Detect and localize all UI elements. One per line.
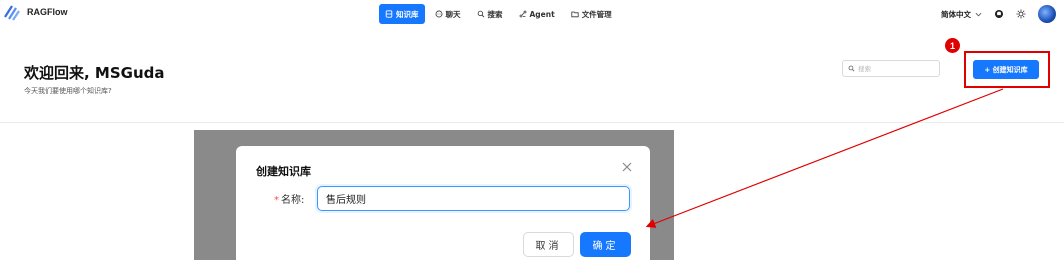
page-title: 欢迎回来, MSGuda: [24, 64, 165, 82]
ragflow-logo-icon: [4, 5, 20, 21]
tab-label: 知识库: [396, 9, 419, 19]
tab-label: 搜索: [487, 9, 503, 19]
top-bar: RAGFlow 知识库 聊天 搜索 Agent 文件管理 简体中文: [0, 0, 1064, 30]
language-label: 简体中文: [941, 9, 971, 19]
tab-agent[interactable]: Agent: [513, 4, 561, 24]
agent-icon: [519, 10, 526, 18]
github-link[interactable]: [994, 9, 1004, 19]
app-logo[interactable]: RAGFlow: [3, 3, 68, 21]
tab-file-management[interactable]: 文件管理: [565, 4, 618, 24]
dialog-title: 创建知识库: [256, 165, 311, 178]
header-tools: 简体中文: [941, 5, 1056, 23]
chevron-down-icon: [975, 12, 982, 16]
sun-icon: [1016, 9, 1026, 19]
search-icon: [848, 65, 855, 72]
name-field-label: * 名称:: [274, 191, 304, 206]
github-icon: [995, 10, 1003, 18]
folder-icon: [571, 11, 579, 18]
create-knowledge-base-dialog: 创建知识库 *名称: 取消 确定: [236, 146, 650, 260]
search-input[interactable]: [858, 64, 938, 73]
language-selector[interactable]: 简体中文: [941, 9, 982, 20]
page-subtitle: 今天我们要使用哪个知识库?: [24, 87, 112, 95]
tab-label: 聊天: [445, 9, 461, 19]
tab-knowledge-base[interactable]: 知识库: [379, 4, 425, 24]
tab-search[interactable]: 搜索: [471, 4, 509, 24]
name-field[interactable]: [317, 186, 630, 211]
welcome-section: 欢迎回来, MSGuda 今天我们要使用哪个知识库?: [24, 62, 165, 96]
step-badge: 1: [945, 38, 960, 53]
user-avatar[interactable]: [1038, 5, 1056, 23]
tab-label: Agent: [529, 9, 555, 19]
tab-label: 文件管理: [581, 9, 612, 19]
search-box[interactable]: [842, 60, 940, 77]
confirm-button[interactable]: 确定: [580, 232, 631, 257]
theme-toggle[interactable]: [1016, 9, 1026, 19]
required-mark: *: [274, 195, 279, 206]
database-icon: [385, 10, 393, 18]
search-icon: [477, 10, 484, 18]
main-nav: 知识库 聊天 搜索 Agent 文件管理: [379, 4, 618, 24]
name-label-text: 名称:: [281, 195, 305, 206]
close-icon[interactable]: [620, 160, 634, 174]
app-name: RAGFlow: [27, 7, 68, 17]
create-knowledge-base-button[interactable]: + 创建知识库: [973, 60, 1039, 79]
header-divider: [0, 122, 1064, 123]
cancel-button[interactable]: 取消: [523, 232, 574, 257]
tab-chat[interactable]: 聊天: [429, 4, 467, 24]
chat-icon: [435, 10, 442, 18]
